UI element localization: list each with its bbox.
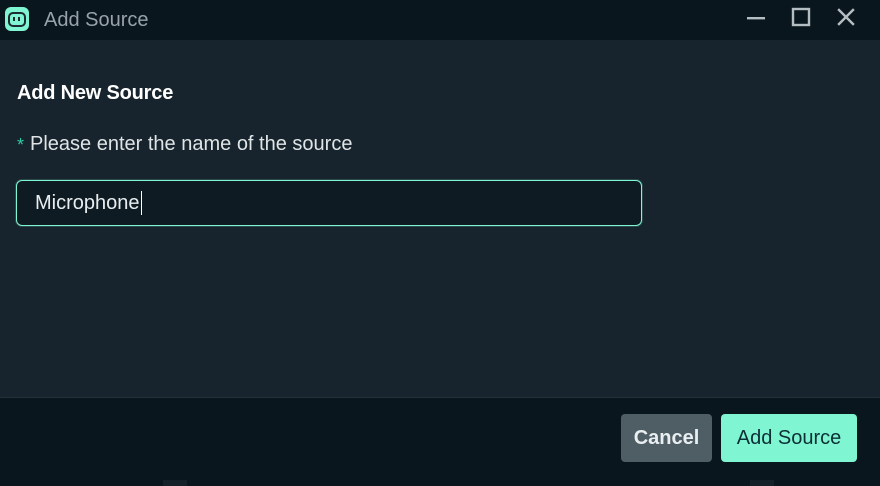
close-icon: [837, 8, 855, 26]
source-name-input-value: Microphone: [35, 191, 140, 214]
minimize-icon: [747, 17, 765, 20]
dialog-heading: Add New Source: [17, 82, 174, 104]
background-edge: [750, 480, 774, 486]
window-title: Add Source: [44, 9, 149, 31]
source-name-input[interactable]: Microphone: [16, 180, 642, 226]
add-source-window: Add Source Add New Source * Please enter …: [0, 0, 880, 486]
add-source-button[interactable]: Add Source: [721, 414, 857, 462]
dialog-body: Add New Source * Please enter the name of…: [0, 40, 880, 397]
required-marker: *: [17, 135, 25, 155]
minimize-button[interactable]: [740, 4, 772, 32]
maximize-icon: [791, 7, 811, 27]
title-bar[interactable]: Add Source: [0, 0, 880, 40]
text-caret: [140, 191, 142, 215]
dialog-footer: Cancel Add Source: [0, 397, 880, 486]
background-edge: [163, 480, 187, 486]
app-logo-icon: [5, 7, 29, 31]
source-name-label-text: Please enter the name of the source: [30, 133, 353, 155]
source-name-label: * Please enter the name of the source: [17, 133, 352, 156]
cancel-button[interactable]: Cancel: [621, 414, 712, 462]
close-button[interactable]: [830, 4, 862, 32]
maximize-button[interactable]: [785, 4, 817, 32]
